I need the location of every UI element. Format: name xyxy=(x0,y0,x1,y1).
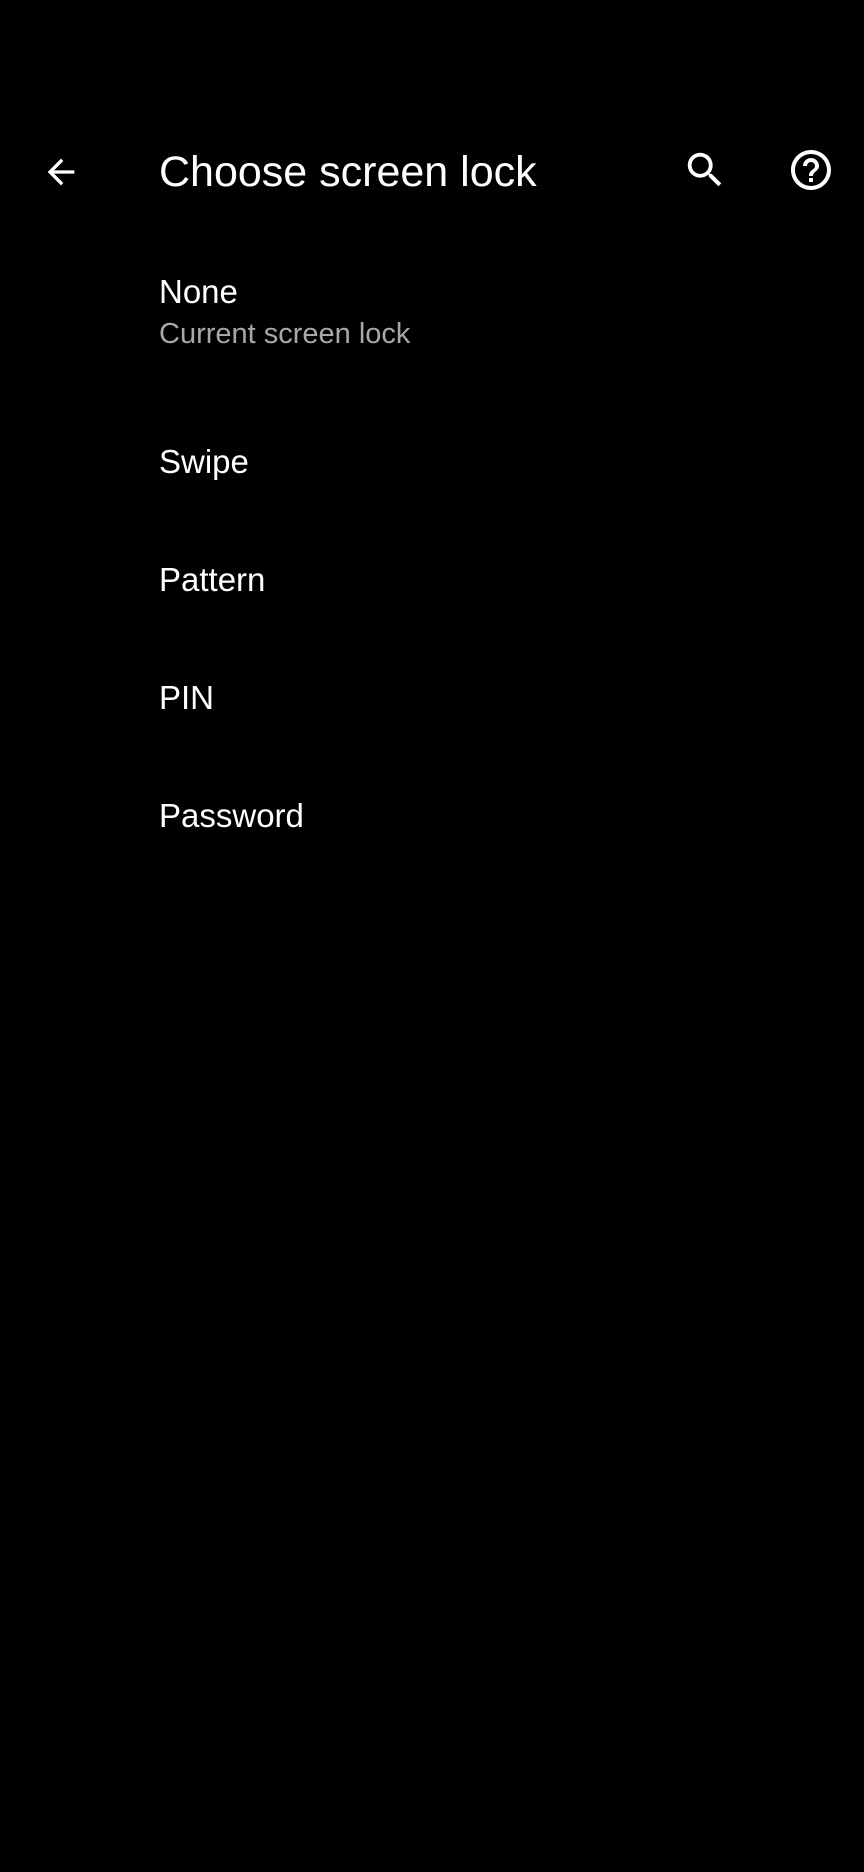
help-circle-icon xyxy=(791,150,831,190)
back-button[interactable] xyxy=(25,136,97,208)
app-bar: Choose screen lock xyxy=(0,120,864,224)
option-title: Password xyxy=(159,797,304,834)
option-title: Swipe xyxy=(159,443,249,480)
option-none[interactable]: None Current screen lock xyxy=(0,250,864,400)
screen-lock-options: None Current screen lock Swipe Pattern P… xyxy=(0,250,864,872)
option-title: None xyxy=(159,273,238,310)
search-icon xyxy=(687,152,722,187)
option-title: PIN xyxy=(159,679,215,716)
option-password[interactable]: Password xyxy=(0,754,864,872)
option-pin[interactable]: PIN xyxy=(0,636,864,754)
arrow-back-icon xyxy=(47,158,75,186)
option-pattern[interactable]: Pattern xyxy=(0,518,864,636)
option-title: Pattern xyxy=(159,561,266,598)
help-button[interactable] xyxy=(775,134,847,206)
option-summary: Current screen lock xyxy=(159,318,411,350)
search-button[interactable] xyxy=(669,134,741,206)
page-title: Choose screen lock xyxy=(159,148,537,196)
option-swipe[interactable]: Swipe xyxy=(0,400,864,518)
